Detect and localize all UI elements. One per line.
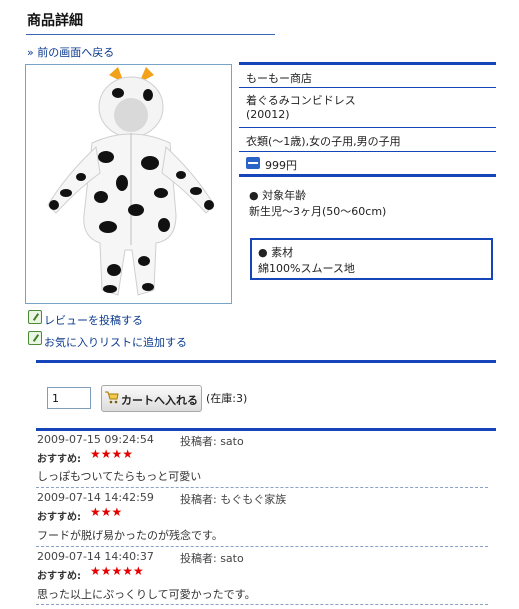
- review-date: 2009-07-14 14:40:37: [37, 550, 154, 563]
- product-category: 衣類(～1歳),女の子用,男の子用: [246, 135, 401, 148]
- info-top-rule: [239, 62, 496, 65]
- pencil-note-icon[interactable]: [28, 310, 42, 324]
- review-stars: ★★★★: [90, 447, 134, 461]
- price-icon: [246, 157, 260, 169]
- info-divider: [239, 87, 496, 88]
- product-name: 着ぐるみコンビドレス: [246, 94, 356, 107]
- back-link[interactable]: » 前の画面へ戻る: [27, 44, 114, 60]
- review-divider: [36, 546, 488, 547]
- target-age-value: 新生児～3ヶ月(50～60cm): [249, 205, 387, 218]
- review-date: 2009-07-14 14:42:59: [37, 491, 154, 504]
- review-date: 2009-07-15 09:24:54: [37, 433, 154, 446]
- cart-top-rule: [36, 360, 496, 363]
- add-favorite-icon[interactable]: [28, 331, 42, 345]
- review-recommend-label: おすすめ:: [37, 512, 81, 523]
- reviews-top-rule: [36, 428, 496, 431]
- post-review-link[interactable]: レビューを投稿する: [44, 312, 143, 328]
- product-price: 999円: [265, 159, 297, 172]
- review-stars: ★★★★★: [90, 564, 144, 578]
- shop-name: もーもー商店: [246, 72, 312, 85]
- review-author: 投稿者: sato: [180, 435, 244, 448]
- review-text: 思った以上にぷっくりして可愛かったです。: [37, 588, 256, 601]
- info-divider: [239, 151, 496, 152]
- review-stars: ★★★: [90, 505, 123, 519]
- add-to-favorites-link[interactable]: お気に入りリストに追加する: [44, 334, 187, 350]
- cow-costume-illustration: [47, 67, 215, 296]
- review-divider: [36, 604, 488, 605]
- title-divider: [26, 34, 275, 35]
- review-recommend-label: おすすめ:: [37, 454, 81, 465]
- add-to-cart-label[interactable]: カートへ入れる: [121, 392, 198, 408]
- product-code: (20012): [246, 108, 290, 121]
- info-divider-thick: [239, 174, 496, 177]
- info-divider: [239, 127, 496, 128]
- page-title: 商品詳細: [27, 13, 83, 29]
- product-image: [25, 64, 232, 304]
- material-label: ● 素材: [258, 246, 294, 259]
- target-age-label: ● 対象年齢: [249, 189, 307, 202]
- review-text: フードが脱げ易かったのが残念です。: [37, 529, 223, 542]
- cart-icon: [105, 391, 119, 404]
- material-value: 綿100%スムース地: [258, 262, 355, 275]
- stock-count: (在庫:3): [206, 392, 248, 405]
- review-recommend-label: おすすめ:: [37, 571, 81, 582]
- quantity-input[interactable]: [47, 387, 91, 409]
- review-text: しっぽもついてたらもっと可愛い: [37, 470, 202, 483]
- review-divider: [36, 487, 488, 488]
- review-author: 投稿者: もぐもぐ家族: [180, 493, 287, 506]
- review-author: 投稿者: sato: [180, 552, 244, 565]
